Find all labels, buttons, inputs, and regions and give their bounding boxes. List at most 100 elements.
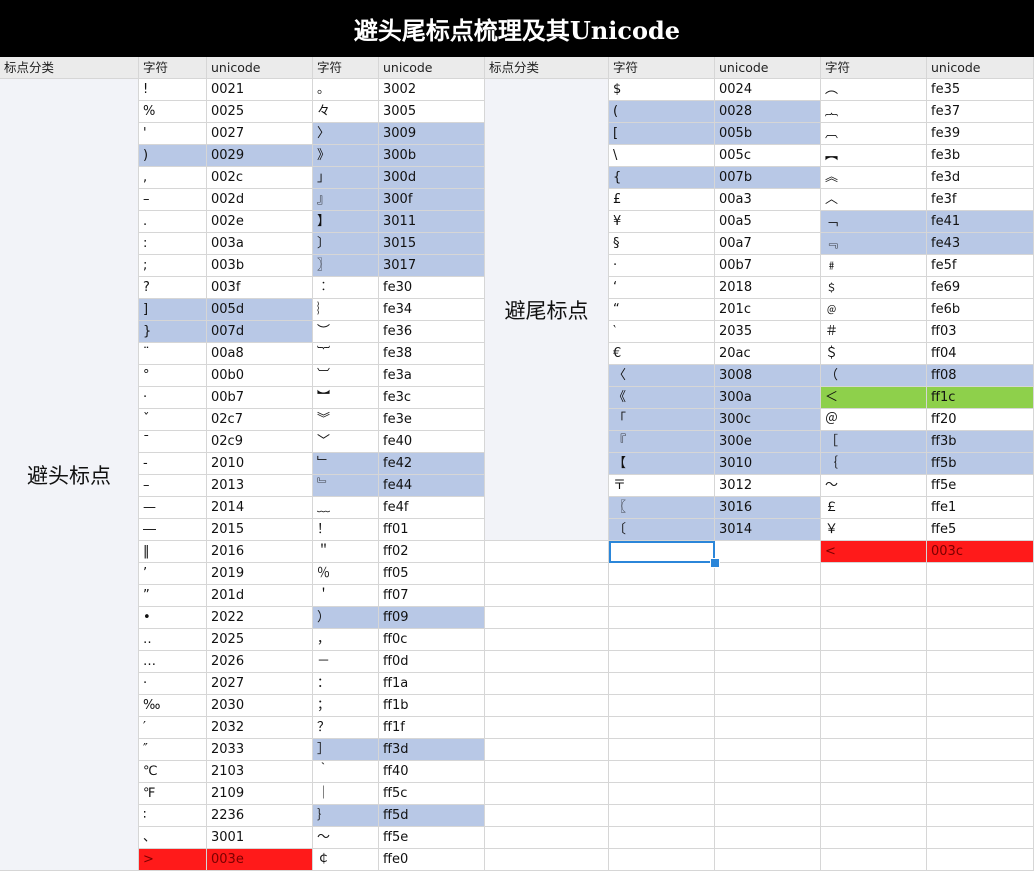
unicode-cell[interactable]: fe3c (379, 387, 485, 409)
empty-cell[interactable] (609, 805, 715, 827)
char-cell[interactable]: > (139, 849, 207, 871)
char-cell[interactable]: ′ (139, 717, 207, 739)
unicode-cell[interactable]: ff5b (927, 453, 1034, 475)
char-cell[interactable]: ︵ (821, 79, 927, 101)
unicode-cell[interactable]: 2025 (207, 629, 313, 651)
char-cell[interactable]: ＠ (821, 409, 927, 431)
empty-cell[interactable] (609, 739, 715, 761)
char-cell[interactable]: ︽ (821, 167, 927, 189)
char-cell[interactable]: ︾ (313, 409, 379, 431)
char-cell[interactable]: ‐ (139, 453, 207, 475)
char-cell[interactable]: • (139, 607, 207, 629)
empty-cell[interactable] (927, 849, 1034, 871)
unicode-cell[interactable]: ff1b (379, 695, 485, 717)
empty-cell[interactable] (485, 717, 609, 739)
char-cell[interactable]: ︹ (821, 123, 927, 145)
char-cell[interactable]: 、 (139, 827, 207, 849)
unicode-cell[interactable]: fe41 (927, 211, 1034, 233)
empty-cell[interactable] (609, 849, 715, 871)
empty-cell[interactable] (715, 849, 821, 871)
unicode-cell[interactable]: fe30 (379, 277, 485, 299)
empty-cell[interactable] (715, 607, 821, 629)
char-cell[interactable]: ‰ (139, 695, 207, 717)
empty-cell[interactable] (609, 827, 715, 849)
char-cell[interactable]: 『 (609, 431, 715, 453)
unicode-cell[interactable]: 300b (379, 145, 485, 167)
unicode-cell[interactable]: 3017 (379, 255, 485, 277)
char-cell[interactable]: ︸ (313, 343, 379, 365)
unicode-cell[interactable]: ff5e (379, 827, 485, 849)
active-cell-selection[interactable] (609, 541, 715, 563)
unicode-cell[interactable]: 002e (207, 211, 313, 233)
unicode-cell[interactable]: ffe5 (927, 519, 1034, 541)
unicode-cell[interactable]: 2035 (715, 321, 821, 343)
unicode-cell[interactable]: 2015 (207, 519, 313, 541)
unicode-cell[interactable]: fe36 (379, 321, 485, 343)
empty-cell[interactable] (821, 761, 927, 783)
char-cell[interactable]: “ (609, 299, 715, 321)
char-cell[interactable]: 】 (313, 211, 379, 233)
unicode-cell[interactable]: ff3b (927, 431, 1034, 453)
unicode-cell[interactable]: 00b0 (207, 365, 313, 387)
empty-cell[interactable] (609, 629, 715, 651)
empty-cell[interactable] (821, 695, 927, 717)
char-cell[interactable]: 〖 (609, 497, 715, 519)
char-cell[interactable]: – (139, 189, 207, 211)
unicode-cell[interactable]: 0025 (207, 101, 313, 123)
char-cell[interactable]: （ (821, 365, 927, 387)
char-cell[interactable]: ] (139, 299, 207, 321)
unicode-cell[interactable]: ff40 (379, 761, 485, 783)
unicode-cell[interactable]: 3008 (715, 365, 821, 387)
char-cell[interactable]: ％ (313, 563, 379, 585)
empty-cell[interactable] (821, 585, 927, 607)
char-cell[interactable]: ｝ (313, 805, 379, 827)
char-cell[interactable]: ﹏ (313, 497, 379, 519)
char-cell[interactable]: ： (313, 673, 379, 695)
unicode-cell[interactable]: fe69 (927, 277, 1034, 299)
char-cell[interactable]: · (139, 387, 207, 409)
char-cell[interactable]: ） (313, 607, 379, 629)
char-cell[interactable]: 〈 (609, 365, 715, 387)
char-cell[interactable]: ″ (139, 739, 207, 761)
char-cell[interactable]: \ (609, 145, 715, 167)
unicode-cell[interactable]: fe35 (927, 79, 1034, 101)
char-cell[interactable]: 〕 (313, 233, 379, 255)
empty-cell[interactable] (821, 739, 927, 761)
empty-cell[interactable] (927, 783, 1034, 805)
unicode-cell[interactable]: 2019 (207, 563, 313, 585)
char-cell[interactable]: · (609, 255, 715, 277)
char-cell[interactable]: ' (139, 123, 207, 145)
empty-cell[interactable] (927, 607, 1034, 629)
unicode-cell[interactable]: ff1a (379, 673, 485, 695)
char-cell[interactable]: ︴ (313, 299, 379, 321)
char-cell[interactable]: 》 (313, 145, 379, 167)
char-cell[interactable]: ？ (313, 717, 379, 739)
char-cell[interactable]: ＃ (821, 321, 927, 343)
unicode-cell[interactable]: fe38 (379, 343, 485, 365)
char-cell[interactable]: ＇ (313, 585, 379, 607)
unicode-cell[interactable]: 2103 (207, 761, 313, 783)
unicode-cell[interactable]: ff02 (379, 541, 485, 563)
category-cell-tail[interactable]: 避尾标点 (485, 79, 609, 541)
unicode-cell[interactable]: 003c (927, 541, 1034, 563)
empty-cell[interactable] (485, 651, 609, 673)
empty-cell[interactable] (715, 629, 821, 651)
char-cell[interactable]: ︶ (313, 321, 379, 343)
unicode-cell[interactable]: 3002 (379, 79, 485, 101)
char-cell[interactable]: ‵ (609, 321, 715, 343)
unicode-cell[interactable]: ff09 (379, 607, 485, 629)
empty-cell[interactable] (927, 717, 1034, 739)
spreadsheet-grid[interactable]: 标点分类 字符 unicode 字符 unicode 标点分类 字符 unicode 字符 uni… (0, 57, 1034, 878)
unicode-cell[interactable]: 300d (379, 167, 485, 189)
unicode-cell[interactable]: 3012 (715, 475, 821, 497)
empty-cell[interactable] (609, 717, 715, 739)
char-cell[interactable]: ［ (821, 431, 927, 453)
unicode-cell[interactable]: ff5d (379, 805, 485, 827)
empty-cell[interactable] (485, 783, 609, 805)
empty-cell[interactable] (927, 805, 1034, 827)
unicode-cell[interactable]: 0021 (207, 79, 313, 101)
char-cell[interactable]: ℉ (139, 783, 207, 805)
unicode-cell[interactable]: 2236 (207, 805, 313, 827)
unicode-cell[interactable]: ff5c (379, 783, 485, 805)
char-cell[interactable]: ｜ (313, 783, 379, 805)
